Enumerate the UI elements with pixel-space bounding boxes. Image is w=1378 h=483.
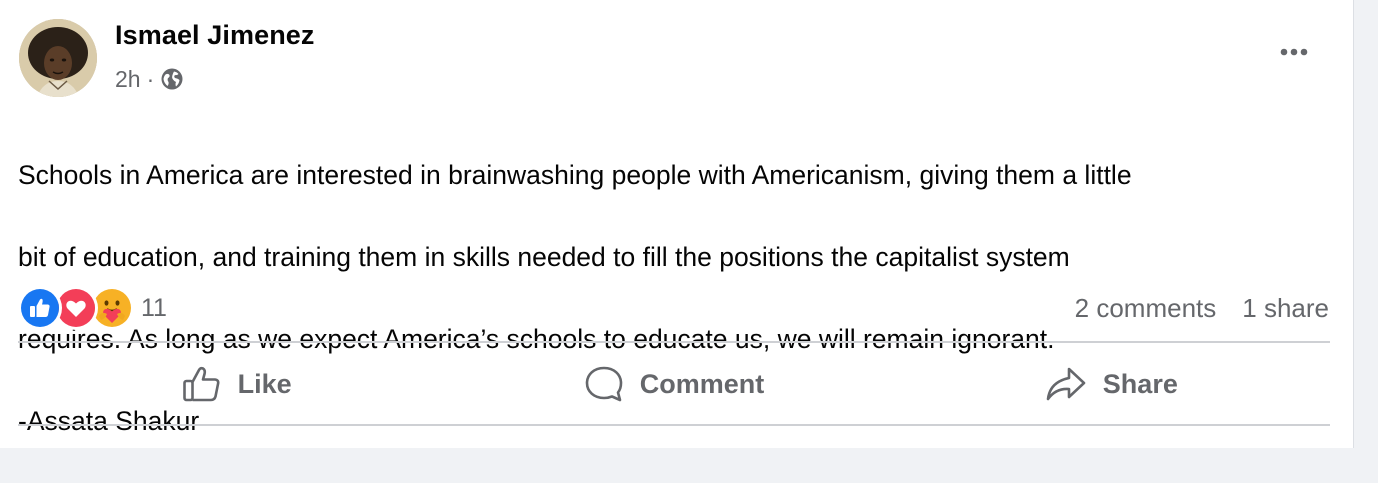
like-reaction-icon — [21, 289, 59, 327]
post-meta: 2h · — [115, 64, 184, 94]
share-button[interactable]: Share — [893, 345, 1330, 423]
meta-separator: · — [146, 65, 155, 92]
love-reaction-icon — [57, 289, 95, 327]
avatar-image — [19, 19, 97, 97]
avatar[interactable] — [19, 19, 97, 97]
like-button[interactable]: Like — [18, 345, 455, 423]
comment-bubble-icon — [585, 366, 623, 402]
post-card: Ismael Jimenez 2h · Schools in America a… — [0, 0, 1354, 448]
shares-count-link[interactable]: 1 share — [1242, 293, 1329, 324]
more-options-icon — [1280, 48, 1308, 56]
globe-icon[interactable] — [160, 67, 184, 91]
share-label: Share — [1102, 368, 1178, 399]
comment-label: Comment — [639, 368, 765, 399]
divider-top — [18, 341, 1330, 343]
comments-count-link[interactable]: 2 comments — [1075, 293, 1217, 324]
reaction-icons — [21, 289, 135, 327]
post-text-line: Schools in America are interested in bra… — [18, 160, 1132, 190]
action-bar: Like Comment Share — [18, 345, 1330, 423]
post-timestamp[interactable]: 2h — [115, 66, 141, 93]
post-text-line: bit of education, and training them in s… — [18, 242, 1070, 272]
reactions-summary[interactable]: 11 — [21, 289, 167, 327]
like-label: Like — [237, 368, 292, 399]
thumbs-up-icon — [182, 366, 220, 402]
more-options-button[interactable] — [1272, 34, 1316, 70]
author-name[interactable]: Ismael Jimenez — [115, 20, 315, 51]
share-arrow-icon — [1046, 367, 1086, 401]
care-reaction-icon — [93, 289, 131, 327]
divider-bottom — [18, 424, 1330, 426]
reaction-count: 11 — [141, 293, 167, 322]
comment-button[interactable]: Comment — [455, 345, 892, 423]
engagement-stats: 2 comments 1 share — [1075, 291, 1329, 325]
